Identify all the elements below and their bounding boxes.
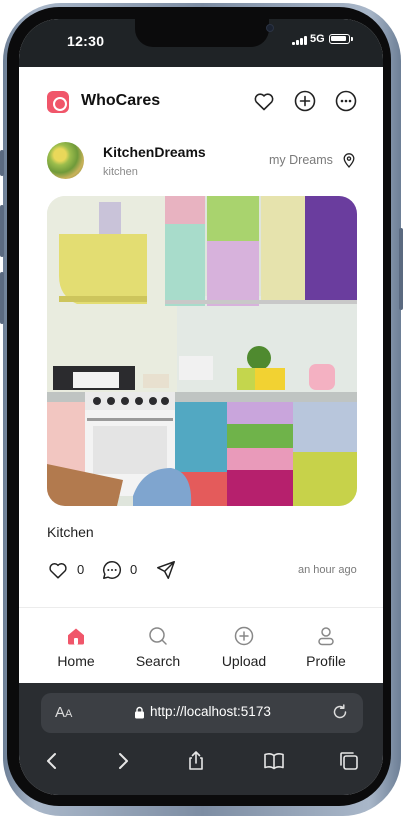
- post-subtitle: kitchen: [103, 166, 138, 178]
- nav-home[interactable]: Home: [39, 625, 113, 675]
- battery-icon: [329, 34, 353, 44]
- reload-icon[interactable]: [331, 703, 349, 721]
- location-pin-icon: [343, 153, 355, 168]
- plus-circle-icon[interactable]: [293, 89, 317, 113]
- nav-search[interactable]: Search: [121, 625, 195, 675]
- status-bar: 12:30 5G: [19, 19, 383, 67]
- upload-icon: [234, 626, 254, 646]
- mute-switch: [0, 150, 4, 176]
- status-time: 12:30: [67, 33, 105, 49]
- browser-toolbar: AA http://localhost:5173: [19, 683, 383, 795]
- volume-down-button: [0, 272, 4, 324]
- profile-icon: [318, 627, 334, 646]
- app-header: WhoCares: [19, 67, 383, 131]
- post-timestamp: an hour ago: [298, 564, 357, 576]
- like-icon[interactable]: [47, 559, 69, 581]
- bookmarks-icon[interactable]: [262, 749, 286, 773]
- post-location[interactable]: my Dreams: [269, 153, 333, 167]
- share-sheet-icon[interactable]: [184, 749, 208, 773]
- like-count: 0: [77, 562, 85, 577]
- nav-search-label: Search: [135, 653, 181, 669]
- nav-upload-label: Upload: [221, 653, 267, 669]
- home-icon: [68, 628, 84, 645]
- forward-icon[interactable]: [111, 749, 135, 773]
- tabs-icon[interactable]: [337, 749, 361, 773]
- post-image[interactable]: [47, 196, 357, 506]
- share-icon[interactable]: [155, 559, 177, 581]
- comment-count: 0: [130, 562, 138, 577]
- device-stage: 12:30 5G WhoCares KitchenDreams kitchen …: [0, 0, 403, 819]
- aa-small: A: [65, 708, 73, 720]
- address-bar[interactable]: AA http://localhost:5173: [41, 693, 363, 733]
- url-text: http://localhost:5173: [150, 704, 271, 719]
- post-username[interactable]: KitchenDreams: [103, 144, 206, 160]
- avatar[interactable]: [47, 142, 84, 179]
- text-size-button[interactable]: AA: [55, 704, 72, 721]
- phone-screen: 12:30 5G WhoCares KitchenDreams kitchen …: [19, 19, 383, 795]
- lock-icon: [135, 706, 144, 719]
- aa-large: A: [55, 704, 66, 721]
- power-button: [399, 228, 403, 310]
- search-icon: [149, 627, 167, 645]
- volume-up-button: [0, 205, 4, 257]
- back-icon[interactable]: [40, 749, 64, 773]
- app-title: WhoCares: [81, 92, 161, 109]
- nav-profile[interactable]: Profile: [289, 625, 363, 675]
- app-logo: [47, 91, 69, 113]
- front-camera: [266, 24, 274, 32]
- notch: [135, 19, 274, 47]
- more-icon[interactable]: [334, 89, 358, 113]
- nav-upload[interactable]: Upload: [207, 625, 281, 675]
- nav-home-label: Home: [57, 653, 95, 669]
- post-caption: Kitchen: [47, 524, 94, 540]
- heart-icon[interactable]: [252, 89, 276, 113]
- nav-profile-label: Profile: [306, 653, 346, 669]
- signal-icon: [292, 36, 308, 45]
- network-type: 5G: [310, 33, 325, 45]
- divider: [19, 607, 383, 608]
- comment-icon[interactable]: [101, 559, 123, 581]
